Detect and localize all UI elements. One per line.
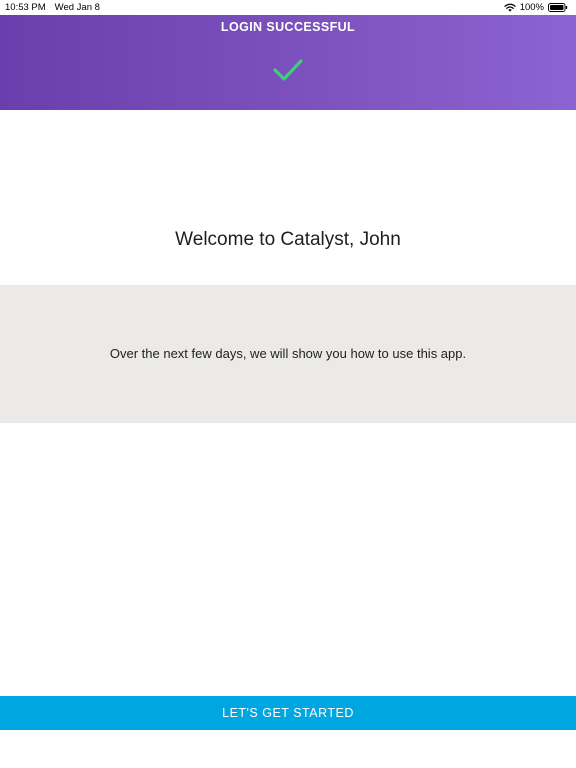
wifi-icon [504,3,516,12]
check-icon [273,59,303,81]
header-title: LOGIN SUCCESSFUL [220,20,356,34]
status-left: 10:53 PM Wed Jan 8 [5,2,100,13]
battery-percent: 100% [519,2,544,13]
info-text: Over the next few days, we will show you… [109,346,467,361]
get-started-button[interactable]: LET'S GET STARTED [0,696,576,730]
login-header: LOGIN SUCCESSFUL [0,15,576,110]
info-band: Over the next few days, we will show you… [0,285,576,423]
battery-icon [548,3,568,12]
status-right: 100% [504,2,568,13]
welcome-heading: Welcome to Catalyst, John [175,229,401,250]
status-time: 10:53 PM [5,2,46,13]
status-bar: 10:53 PM Wed Jan 8 100% [0,0,576,15]
status-date: Wed Jan 8 [54,2,100,13]
